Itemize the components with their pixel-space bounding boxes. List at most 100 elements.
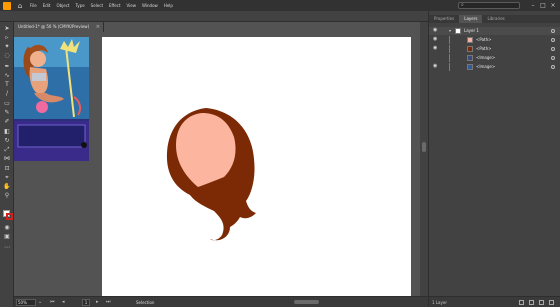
eyedropper-tool-icon[interactable]: ⌖ <box>3 174 11 181</box>
zoom-tool-icon[interactable]: ⚲ <box>3 192 11 199</box>
target-circle-icon[interactable] <box>551 56 555 60</box>
first-artboard-icon[interactable]: ⏮ <box>50 298 55 307</box>
menu-effect[interactable]: Effect <box>109 0 121 11</box>
type-tool-icon[interactable]: T <box>3 81 11 88</box>
illustrator-window: ⌂ File Edit Object Type Select Effect Vi… <box>0 0 560 307</box>
clipping-mask-icon[interactable] <box>539 300 544 305</box>
rotate-tool-icon[interactable]: ↻ <box>3 137 11 144</box>
selection-tool-icon[interactable]: ➤ <box>3 25 11 32</box>
layer-count-text: 1 Layer <box>432 300 447 305</box>
main-menu: File Edit Object Type Select Effect View… <box>30 0 179 11</box>
canvas-workspace[interactable] <box>14 32 420 296</box>
layer-row[interactable]: ◉ <Path> <box>429 36 560 44</box>
layer-thumbnail <box>467 64 473 70</box>
curvature-tool-icon[interactable]: ∿ <box>3 72 11 79</box>
tab-layers[interactable]: Layers <box>459 15 483 23</box>
menu-window[interactable]: Window <box>142 0 158 11</box>
line-tool-icon[interactable]: / <box>3 90 11 97</box>
delete-layer-icon[interactable] <box>549 300 554 305</box>
maximize-icon[interactable]: □ <box>538 0 548 11</box>
close-icon[interactable]: × <box>548 0 558 11</box>
stroke-color-swatch[interactable] <box>6 213 13 220</box>
status-bar: 50% ⌄ ⏮ ◂ 1 ▸ ⏭ Selection <box>14 296 428 307</box>
previous-artboard-icon[interactable]: ◂ <box>62 298 65 307</box>
document-tab[interactable]: Untitled-1* @ 50 % (CMYK/Preview) × <box>14 22 104 32</box>
menu-view[interactable]: View <box>127 0 137 11</box>
layer-color-bar <box>449 36 450 44</box>
shaper-tool-icon[interactable]: ✐ <box>3 118 11 125</box>
hair-face-artwork[interactable] <box>164 107 268 242</box>
visibility-eye-icon[interactable]: ◉ <box>433 64 439 69</box>
layer-color-bar <box>449 63 450 71</box>
visibility-eye-icon[interactable]: ◉ <box>433 28 439 33</box>
rectangle-tool-icon[interactable]: ▭ <box>3 100 11 107</box>
menu-help[interactable]: Help <box>164 0 173 11</box>
lasso-tool-icon[interactable]: ◌ <box>3 52 11 59</box>
zoom-level-field[interactable]: 50% <box>16 299 36 306</box>
layer-row[interactable]: <Image> <box>429 54 560 62</box>
tab-libraries[interactable]: Libraries <box>482 15 509 23</box>
home-icon[interactable]: ⌂ <box>16 2 24 10</box>
layers-panel-footer: 1 Layer <box>429 296 560 307</box>
vertical-scrollbar[interactable] <box>420 22 428 296</box>
visibility-eye-icon[interactable]: ◉ <box>433 37 439 42</box>
search-icon: ⌕ <box>461 2 464 8</box>
edit-toolbar-icon[interactable]: ⋯ <box>3 244 11 251</box>
layer-name: <Path> <box>476 46 492 51</box>
screen-mode-icon[interactable]: ▣ <box>3 233 11 240</box>
tab-properties[interactable]: Properties <box>429 15 459 23</box>
layer-row[interactable]: ◉ ▾ Layer 1 <box>429 27 560 35</box>
scale-tool-icon[interactable]: ⤢ <box>3 146 11 153</box>
paintbrush-tool-icon[interactable]: ✎ <box>3 109 11 116</box>
document-tab-title: Untitled-1* @ 50 % (CMYK/Preview) <box>18 24 90 29</box>
menu-type[interactable]: Type <box>75 0 84 11</box>
app-logo-icon <box>3 1 11 10</box>
pen-tool-icon[interactable]: ✒ <box>3 63 11 70</box>
layer-name: <Image> <box>476 55 496 60</box>
expand-chevron-icon[interactable]: ▾ <box>449 27 451 35</box>
eraser-tool-icon[interactable]: ◧ <box>3 128 11 135</box>
layer-row[interactable]: ◉ <Image> <box>429 63 560 71</box>
new-layer-icon[interactable] <box>519 300 524 305</box>
menu-bar: ⌂ File Edit Object Type Select Effect Vi… <box>0 0 560 11</box>
layer-name: Layer 1 <box>464 28 479 33</box>
vertical-scroll-thumb[interactable] <box>422 142 426 152</box>
layer-row[interactable]: ◉ <Path> <box>429 45 560 53</box>
menu-object[interactable]: Object <box>56 0 69 11</box>
tools-panel: ➤ ▹ ✦ ◌ ✒ ∿ T / ▭ ✎ ✐ ◧ ↻ ⤢ ⋈ ⊡ ⌖ ✋ ⚲ ◉ … <box>0 22 14 307</box>
last-artboard-icon[interactable]: ⏭ <box>106 298 111 307</box>
free-transform-tool-icon[interactable]: ⊡ <box>3 165 11 172</box>
layer-name: <Image> <box>476 64 496 69</box>
search-help-field[interactable]: ⌕ <box>458 2 520 9</box>
target-circle-icon[interactable] <box>551 38 555 42</box>
visibility-eye-icon[interactable]: ◉ <box>433 46 439 51</box>
hand-tool-icon[interactable]: ✋ <box>3 183 11 190</box>
layer-thumbnail <box>467 55 473 61</box>
width-tool-icon[interactable]: ⋈ <box>3 155 11 162</box>
menu-right-controls: ⌕ – □ × <box>458 0 558 11</box>
layer-name: <Path> <box>476 37 492 42</box>
placed-image[interactable] <box>14 37 89 161</box>
target-circle-icon[interactable] <box>551 29 555 33</box>
layer-thumbnail <box>467 37 473 43</box>
menu-edit[interactable]: Edit <box>43 0 51 11</box>
close-document-icon[interactable]: × <box>96 22 100 32</box>
new-sublayer-icon[interactable] <box>529 300 534 305</box>
layer-thumbnail <box>455 28 461 34</box>
drawing-mode-icon[interactable]: ◉ <box>3 224 11 231</box>
magic-wand-tool-icon[interactable]: ✦ <box>3 43 11 50</box>
menu-file[interactable]: File <box>30 0 37 11</box>
target-circle-icon[interactable] <box>551 65 555 69</box>
zoom-dropdown-icon[interactable]: ⌄ <box>38 298 42 307</box>
menu-select[interactable]: Select <box>91 0 103 11</box>
placed-image-graphic <box>14 37 89 161</box>
horizontal-scroll-thumb[interactable] <box>294 300 319 304</box>
direct-selection-tool-icon[interactable]: ▹ <box>3 34 11 41</box>
minimize-icon[interactable]: – <box>528 0 538 11</box>
target-circle-icon[interactable] <box>551 47 555 51</box>
panel-tabs: Properties Layers Libraries <box>429 15 560 23</box>
layer-color-bar <box>449 54 450 62</box>
artboard-number-field[interactable]: 1 <box>82 299 90 306</box>
next-artboard-icon[interactable]: ▸ <box>96 298 99 307</box>
status-mode-select[interactable]: Selection <box>136 299 154 306</box>
